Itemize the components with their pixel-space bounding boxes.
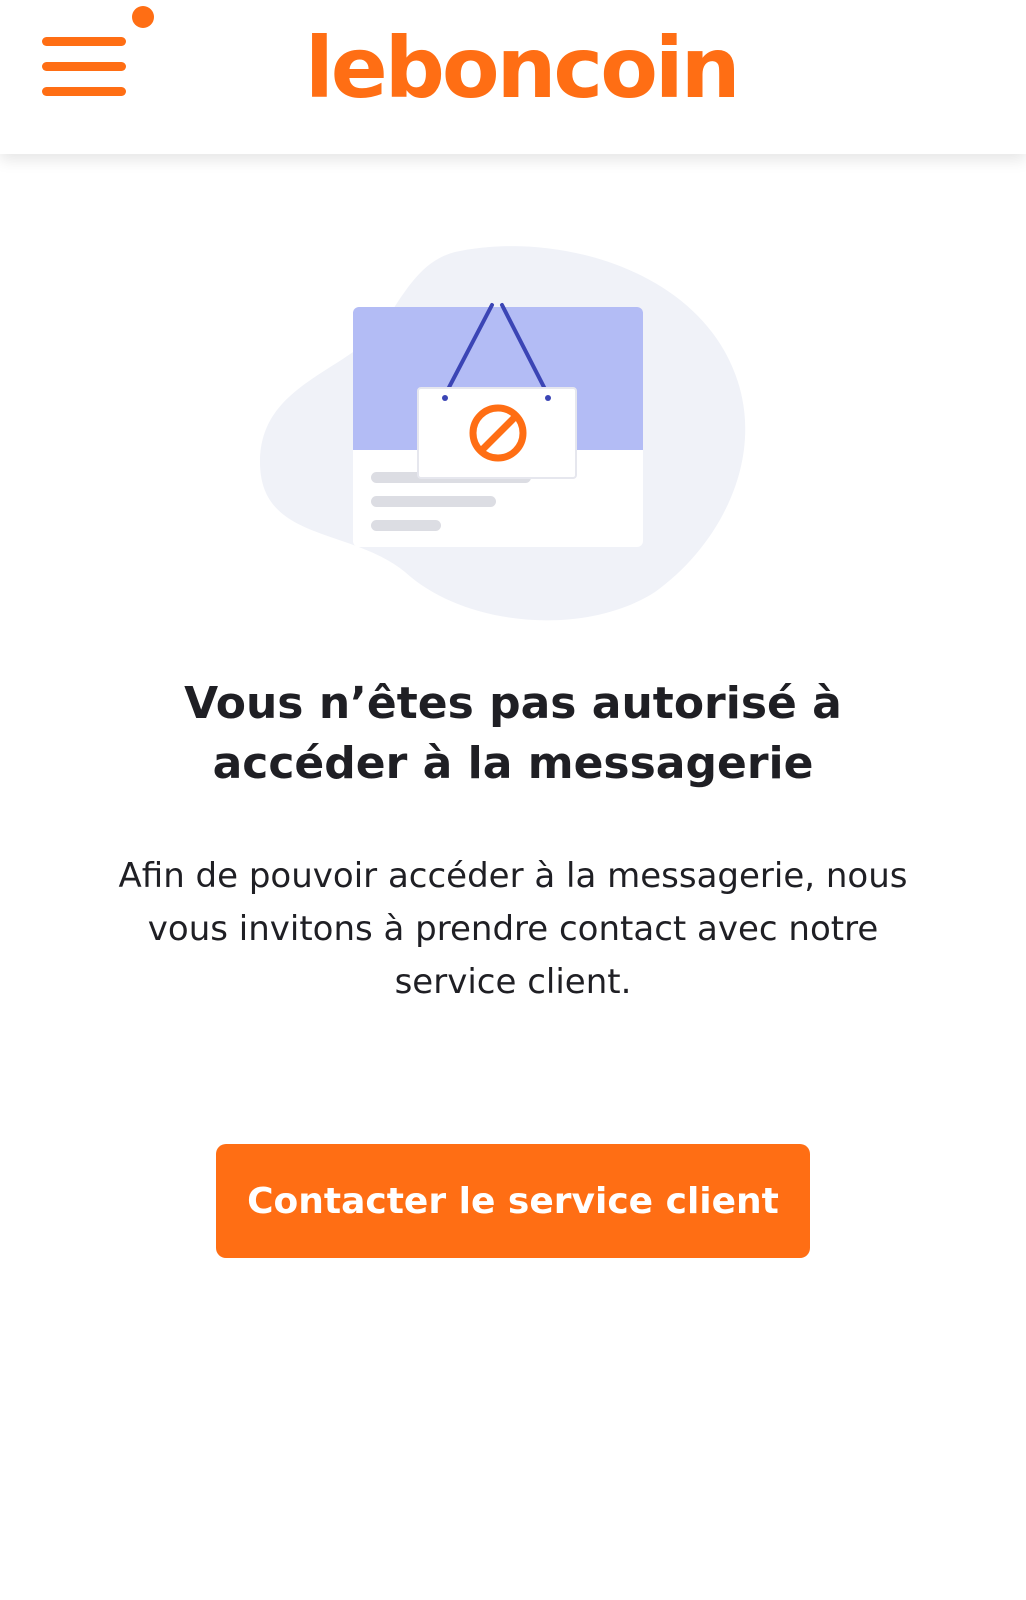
top-bar: leboncoin xyxy=(0,0,1026,154)
blocked-sign-icon xyxy=(260,246,746,621)
forbidden-illustration xyxy=(255,242,765,632)
notification-dot-icon xyxy=(132,6,154,28)
contact-support-button[interactable]: Contacter le service client xyxy=(216,1144,810,1258)
page-description: Afin de pouvoir accéder à la messagerie,… xyxy=(118,856,908,1002)
hamburger-menu-icon xyxy=(42,37,126,96)
leboncoin-logo[interactable]: leboncoin xyxy=(305,18,740,118)
menu-button[interactable] xyxy=(40,6,170,112)
main-content: Vous n’êtes pas autorisé à accéder à la … xyxy=(0,154,1026,1600)
page-title: Vous n’êtes pas autorisé à accéder à la … xyxy=(184,678,842,789)
